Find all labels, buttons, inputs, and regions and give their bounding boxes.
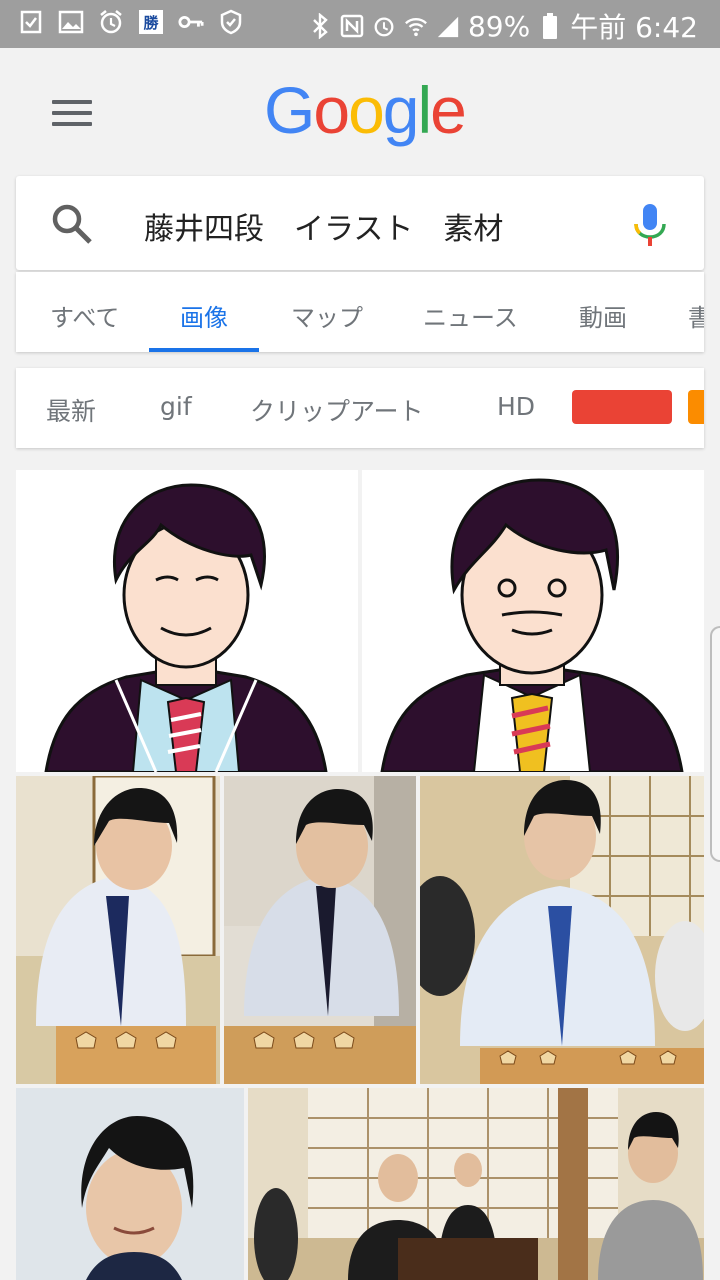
google-logo[interactable]: Google [264, 72, 467, 148]
clock: 午前 6:42 [570, 11, 698, 44]
tab-books[interactable]: 書 [688, 298, 704, 333]
result-image-4[interactable] [224, 776, 416, 1084]
search-tabs: すべて 画像 マップ ニュース 動画 書 [16, 272, 704, 352]
battery-icon [538, 12, 562, 40]
logo-letter: o [313, 73, 350, 147]
result-image-5[interactable] [420, 776, 704, 1084]
tab-maps[interactable]: マップ [291, 298, 363, 333]
filter-chips: 最新 gif クリップアート HD [16, 368, 704, 448]
logo-letter: G [264, 73, 315, 147]
logo-letter: g [382, 73, 420, 147]
chip-latest[interactable]: 最新 [46, 392, 96, 428]
checklist-icon [18, 8, 44, 36]
nfc-icon [340, 12, 364, 40]
chip-clipart[interactable]: クリップアート [250, 392, 424, 428]
shield-icon [218, 8, 244, 36]
app-badge-text: 勝 [139, 10, 163, 34]
bluetooth-icon [308, 12, 332, 40]
app-header: Google [0, 48, 720, 170]
chip-color-orange[interactable] [688, 390, 704, 424]
search-box[interactable]: 藤井四段 イラスト 素材 [16, 176, 704, 270]
alarm-icon [98, 8, 124, 36]
logo-letter: o [348, 73, 385, 147]
chip-hd[interactable]: HD [497, 392, 535, 421]
gallery-icon [58, 8, 84, 36]
wifi-icon [404, 12, 428, 40]
tab-images[interactable]: 画像 [180, 298, 228, 333]
alarm-status-icon [372, 12, 396, 40]
result-image-1[interactable] [16, 470, 358, 772]
chip-color-red[interactable] [572, 390, 672, 424]
menu-icon[interactable] [52, 100, 92, 130]
key-icon [178, 8, 204, 36]
result-image-7[interactable] [248, 1088, 704, 1280]
scrollbar-handle[interactable] [710, 626, 720, 862]
status-bar: 勝 89% 午前 6:42 [0, 0, 720, 48]
signal-icon [436, 12, 460, 40]
result-image-2[interactable] [362, 470, 704, 772]
tab-news[interactable]: ニュース [423, 298, 518, 333]
chip-gif[interactable]: gif [160, 392, 192, 421]
microphone-icon[interactable] [630, 202, 670, 246]
active-tab-indicator [149, 348, 259, 352]
app-shogi-icon: 勝 [138, 8, 164, 36]
search-query[interactable]: 藤井四段 イラスト 素材 [144, 204, 503, 248]
result-image-6[interactable] [16, 1088, 244, 1280]
tab-all[interactable]: すべて [50, 298, 119, 333]
battery-percent: 89% [467, 9, 531, 43]
result-image-3[interactable] [16, 776, 220, 1084]
logo-letter: e [430, 73, 467, 147]
logo-letter: l [417, 73, 433, 147]
tab-videos[interactable]: 動画 [579, 298, 627, 333]
search-icon[interactable] [50, 202, 94, 246]
